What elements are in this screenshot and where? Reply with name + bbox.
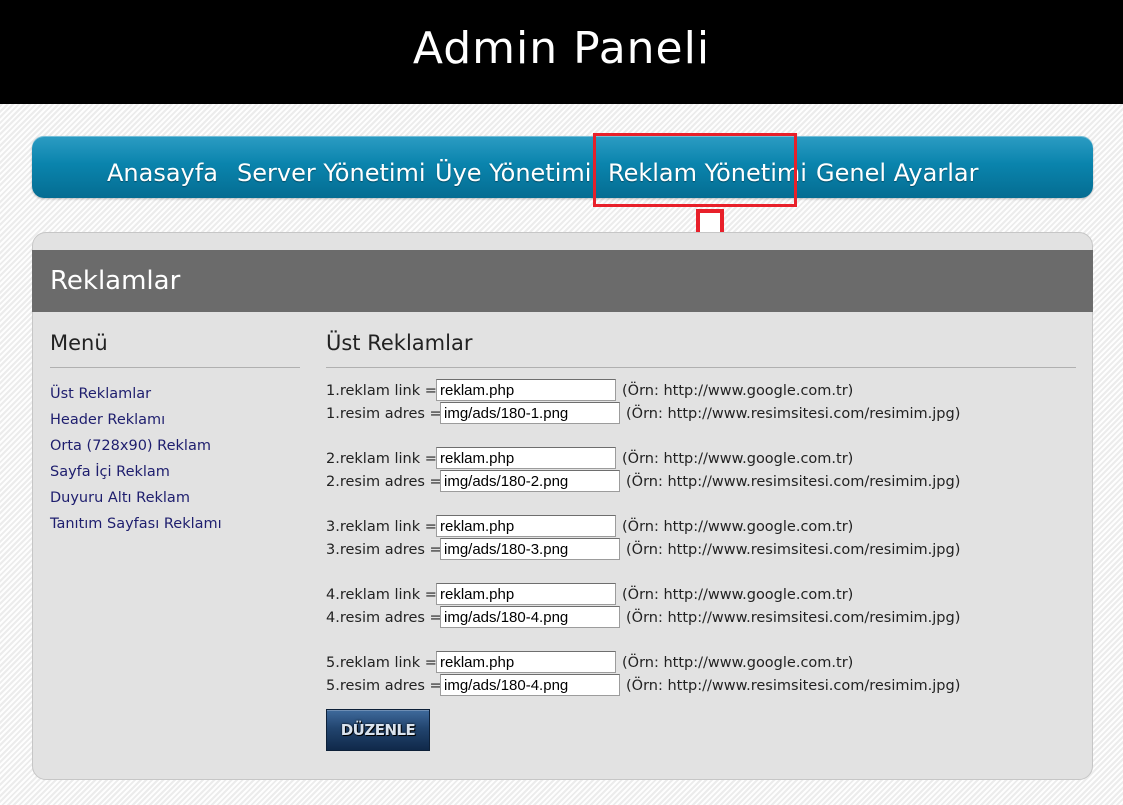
ad-link-label: 5.reklam link = [326,655,437,671]
sidebar-link-orta-reklam[interactable]: Orta (728x90) Reklam [50,437,211,455]
nav-item-uye-yonetimi[interactable]: Üye Yönetimi [435,136,591,198]
ad-link-input[interactable] [436,379,616,401]
ad-link-hint: (Örn: http://www.google.com.tr) [622,383,854,399]
ad-image-input[interactable] [440,606,620,628]
ad-image-hint: (Örn: http://www.resimsitesi.com/resimim… [626,542,961,558]
nav-item-server-yonetimi[interactable]: Server Yönetimi [237,136,426,198]
ad-image-label: 3.resim adres = [326,542,442,558]
ad-link-label: 2.reklam link = [326,451,437,467]
ad-link-hint: (Örn: http://www.google.com.tr) [622,587,854,603]
ad-image-hint: (Örn: http://www.resimsitesi.com/resimim… [626,474,961,490]
content-heading: Üst Reklamlar [326,331,473,355]
sidebar-link-tanitim-sayfasi-reklami[interactable]: Tanıtım Sayfası Reklamı [50,515,222,533]
sidebar-link-duyuru-alti-reklam[interactable]: Duyuru Altı Reklam [50,489,190,507]
sidebar-heading: Menü [50,331,108,355]
ad-link-input[interactable] [436,583,616,605]
sidebar-divider [50,367,300,368]
ad-link-input[interactable] [436,447,616,469]
ad-image-hint: (Örn: http://www.resimsitesi.com/resimim… [626,406,961,422]
ad-image-input[interactable] [440,538,620,560]
ad-image-hint: (Örn: http://www.resimsitesi.com/resimim… [626,678,961,694]
ad-image-input[interactable] [440,674,620,696]
ad-link-label: 1.reklam link = [326,383,437,399]
panel-header-bar [32,250,1093,312]
panel-title: Reklamlar [50,266,181,296]
ad-image-label: 4.resim adres = [326,610,442,626]
content-divider [326,367,1076,368]
sidebar-link-sayfa-ici-reklam[interactable]: Sayfa İçi Reklam [50,463,170,481]
ad-image-label: 5.resim adres = [326,678,442,694]
ad-link-label: 4.reklam link = [326,587,437,603]
ad-link-label: 3.reklam link = [326,519,437,535]
ad-link-input[interactable] [436,651,616,673]
ad-link-input[interactable] [436,515,616,537]
sidebar-link-ust-reklamlar[interactable]: Üst Reklamlar [50,385,151,403]
ad-link-hint: (Örn: http://www.google.com.tr) [622,451,854,467]
ad-image-input[interactable] [440,402,620,424]
nav-item-reklam-yonetimi[interactable]: Reklam Yönetimi [608,136,807,198]
ad-image-hint: (Örn: http://www.resimsitesi.com/resimim… [626,610,961,626]
nav-item-genel-ayarlar[interactable]: Genel Ayarlar [816,136,978,198]
ad-image-input[interactable] [440,470,620,492]
main-nav: Anasayfa Server Yönetimi Üye Yönetimi Re… [32,136,1093,198]
ad-link-hint: (Örn: http://www.google.com.tr) [622,655,854,671]
ad-image-label: 1.resim adres = [326,406,442,422]
content-panel [32,232,1093,780]
ad-link-hint: (Örn: http://www.google.com.tr) [622,519,854,535]
sidebar-link-header-reklami[interactable]: Header Reklamı [50,411,165,429]
site-title: Admin Paneli [412,23,711,74]
nav-item-anasayfa[interactable]: Anasayfa [107,136,218,198]
ad-image-label: 2.resim adres = [326,474,442,490]
duzenle-button[interactable]: DÜZENLE [326,709,430,751]
